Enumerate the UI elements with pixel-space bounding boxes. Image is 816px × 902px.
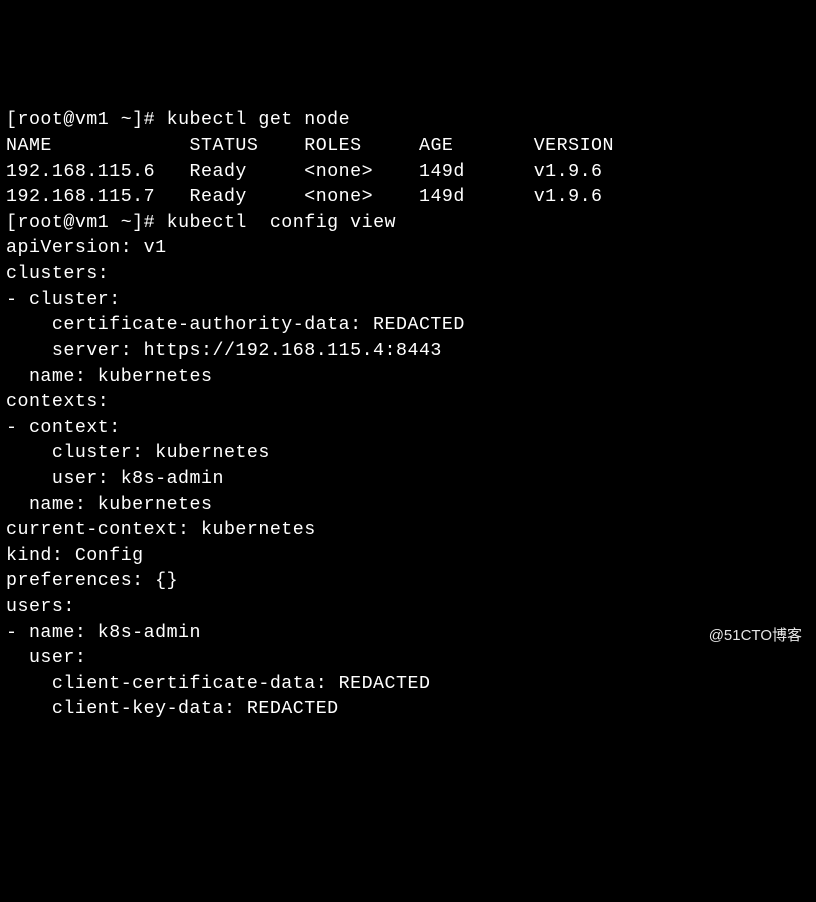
config-line: cluster: kubernetes	[6, 443, 270, 463]
node-table-header: NAME STATUS ROLES AGE VERSION	[6, 136, 614, 156]
config-line: name: kubernetes	[6, 367, 212, 387]
table-row: 192.168.115.6 Ready <none> 149d v1.9.6	[6, 162, 603, 182]
command-1: kubectl get node	[167, 110, 351, 130]
config-line: kind: Config	[6, 546, 144, 566]
config-line: - name: k8s-admin	[6, 623, 201, 643]
config-line: users:	[6, 597, 75, 617]
terminal-output[interactable]: [root@vm1 ~]# kubectl get node NAME STAT…	[6, 108, 810, 723]
table-row: 192.168.115.7 Ready <none> 149d v1.9.6	[6, 187, 603, 207]
config-line: contexts:	[6, 392, 109, 412]
config-line: user: k8s-admin	[6, 469, 224, 489]
config-line: user:	[6, 648, 86, 668]
shell-prompt-2: [root@vm1 ~]#	[6, 213, 167, 233]
config-line: - context:	[6, 418, 121, 438]
command-2: kubectl config view	[167, 213, 396, 233]
config-line: apiVersion: v1	[6, 238, 167, 258]
config-line: current-context: kubernetes	[6, 520, 316, 540]
config-line: clusters:	[6, 264, 109, 284]
watermark-text: @51CTO博客	[709, 625, 802, 646]
config-line: preferences: {}	[6, 571, 178, 591]
config-line: certificate-authority-data: REDACTED	[6, 315, 465, 335]
config-line: client-key-data: REDACTED	[6, 699, 339, 719]
shell-prompt-1: [root@vm1 ~]#	[6, 110, 167, 130]
config-line: server: https://192.168.115.4:8443	[6, 341, 442, 361]
config-line: - cluster:	[6, 290, 121, 310]
config-line: client-certificate-data: REDACTED	[6, 674, 430, 694]
config-line: name: kubernetes	[6, 495, 212, 515]
